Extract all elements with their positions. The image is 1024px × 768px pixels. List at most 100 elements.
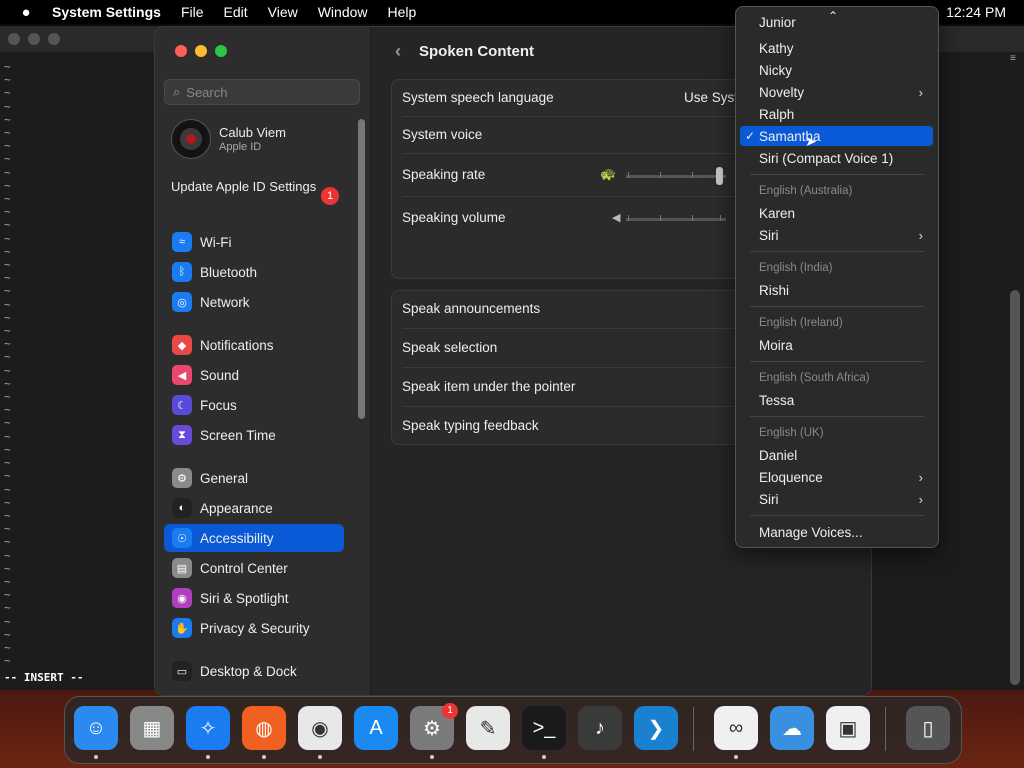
speak-item-under-pointer-row[interactable]: Speak item under the pointer [402,379,575,394]
system-information-icon[interactable]: ▣ [826,706,870,750]
vscode-icon[interactable]: ❯ [634,706,678,750]
sidebar-item-general[interactable]: ⚙ General [164,464,344,492]
voice-menu-item-manage-voices-[interactable]: Manage Voices... [740,522,933,542]
voice-menu-item-siri[interactable]: Siri › [740,489,933,509]
sidebar-item-desktop-dock[interactable]: ▭ Desktop & Dock [164,657,344,685]
sidebar-item-wi-fi[interactable]: ≈ Wi-Fi [164,228,344,256]
voice-menu-item-label: Daniel [759,447,798,463]
menu-separator [750,251,924,252]
speak-selection-row[interactable]: Speak selection [402,340,497,355]
sidebar-item-label: Network [200,294,250,310]
sidebar-item-bluetooth[interactable]: ᛒ Bluetooth [164,258,344,286]
voice-menu-item-label: Novelty [759,84,805,100]
voice-menu-item-karen[interactable]: Karen [740,203,933,223]
voice-menu-item-kathy[interactable]: Kathy [740,38,933,58]
sidebar-item-notifications[interactable]: ◆ Notifications [164,331,344,359]
terminal-close-button[interactable] [8,33,20,45]
sidebar-scrollbar[interactable] [358,119,365,419]
terminal-scroll-icon: ≡ [1010,53,1016,64]
menu-file[interactable]: File [181,4,204,20]
app-store-icon[interactable]: A [354,706,398,750]
siri-icon: ◉ [172,588,192,608]
system-settings-icon[interactable]: ⚙ 1 [410,703,458,750]
terminal-minimize-button[interactable] [28,33,40,45]
chrome-icon[interactable]: ◉ [298,706,342,750]
menu-separator [750,361,924,362]
menu-separator [750,416,924,417]
garageband-icon[interactable]: ♪ [578,706,622,750]
voice-menu-item-daniel[interactable]: Daniel [740,445,933,465]
weather-icon[interactable]: ☁ [770,706,814,750]
menu-clock[interactable]: 12:24 PM [946,4,1006,20]
hourglass-icon: ⧗ [172,425,192,445]
sidebar-item-label: Siri & Spotlight [200,590,289,606]
sidebar-item-privacy-security[interactable]: ✋ Privacy & Security [164,614,344,642]
voice-menu-item-tessa[interactable]: Tessa [740,390,933,410]
submenu-chevron-icon: › [918,469,923,485]
speaker-low-icon: ◀ [612,212,621,224]
voice-menu-item-ralph[interactable]: Ralph [740,104,933,124]
terminal-zoom-button[interactable] [48,33,60,45]
voice-menu-item-label: Siri [759,491,779,507]
dock-icon: ▭ [172,661,192,681]
running-indicator [94,755,98,759]
speak-typing-feedback-row[interactable]: Speak typing feedback [402,418,539,433]
menu-view[interactable]: View [268,4,298,20]
speaking-rate-knob[interactable] [716,167,723,185]
firefox-icon[interactable]: ◍ [242,706,286,750]
textedit-icon[interactable]: ✎ [466,706,510,750]
zoom-button[interactable] [215,45,227,57]
sidebar-item-screen-time[interactable]: ⧗ Screen Time [164,421,344,449]
voice-menu-item-nicky[interactable]: Nicky [740,60,933,80]
close-button[interactable] [175,45,187,57]
sidebar-item-label: Screen Time [200,427,276,443]
voice-menu-section-header: English (UK) [759,427,824,439]
menu-item-clipped[interactable]: Junior [740,16,933,30]
terminal-scrollbar[interactable] [1010,290,1020,685]
apple-icon[interactable]: ● [18,4,34,21]
sidebar-item-siri-spotlight[interactable]: ◉ Siri & Spotlight [164,584,344,612]
voice-menu-item-siri-compact-voice-1-[interactable]: Siri (Compact Voice 1) [740,148,933,168]
terminal-icon[interactable]: >_ [522,706,566,750]
voice-menu-item-siri[interactable]: Siri › [740,225,933,245]
control-center-icon: ▤ [172,558,192,578]
speaking-volume-slider[interactable] [626,218,726,221]
safari-icon[interactable]: ✧ [186,706,230,750]
hand-icon: ✋ [172,618,192,638]
finder-icon[interactable]: ☺ [74,706,118,750]
speech-language-popup[interactable]: Use Syst [684,90,738,105]
menu-separator [750,515,924,516]
menu-help[interactable]: Help [388,4,417,20]
system-voice-menu[interactable]: ⌃ Junior Kathy Nicky Novelty › Ralph ✓ Samanth… [735,6,939,548]
apple-id-account[interactable]: Calub Viem Apple ID [171,119,286,159]
menu-window[interactable]: Window [318,4,368,20]
wifi-icon: ≈ [172,232,192,252]
search-field[interactable]: ⌕ Search [164,79,360,105]
sidebar-item-network[interactable]: ◎ Network [164,288,344,316]
menu-app-name[interactable]: System Settings [52,4,161,20]
voice-menu-item-rishi[interactable]: Rishi [740,280,933,300]
sidebar-item-focus[interactable]: ☾ Focus [164,391,344,419]
voice-menu-item-samantha[interactable]: ✓ Samantha [740,126,933,146]
sidebar-item-control-center[interactable]: ▤ Control Center [164,554,344,582]
voice-menu-item-moira[interactable]: Moira [740,335,933,355]
minimize-button[interactable] [195,45,207,57]
account-name: Calub Viem [219,125,286,140]
sidebar-item-label: Notifications [200,337,274,353]
sidebar-item-sound[interactable]: ◀ Sound [164,361,344,389]
voice-menu-item-novelty[interactable]: Novelty › [740,82,933,102]
submenu-chevron-icon: › [918,227,923,243]
speaking-rate-slider[interactable] [626,175,726,178]
visual-studio-icon[interactable]: ∞ [714,706,758,750]
sidebar-item-accessibility[interactable]: ☉ Accessibility [164,524,344,552]
trash-icon[interactable]: ▯ [906,706,950,750]
speak-announcements-row[interactable]: Speak announcements [402,301,540,316]
voice-menu-item-eloquence[interactable]: Eloquence › [740,467,933,487]
menu-edit[interactable]: Edit [224,4,248,20]
update-apple-id-settings[interactable]: Update Apple ID Settings [171,179,341,195]
sidebar: ⌕ Search Calub Viem Apple ID Update Appl… [155,27,371,695]
sidebar-item-appearance[interactable]: ◐ Appearance [164,494,344,522]
back-chevron-icon[interactable]: ‹ [395,41,401,62]
launchpad-icon[interactable]: ▦ [130,706,174,750]
menu-separator [750,174,924,175]
